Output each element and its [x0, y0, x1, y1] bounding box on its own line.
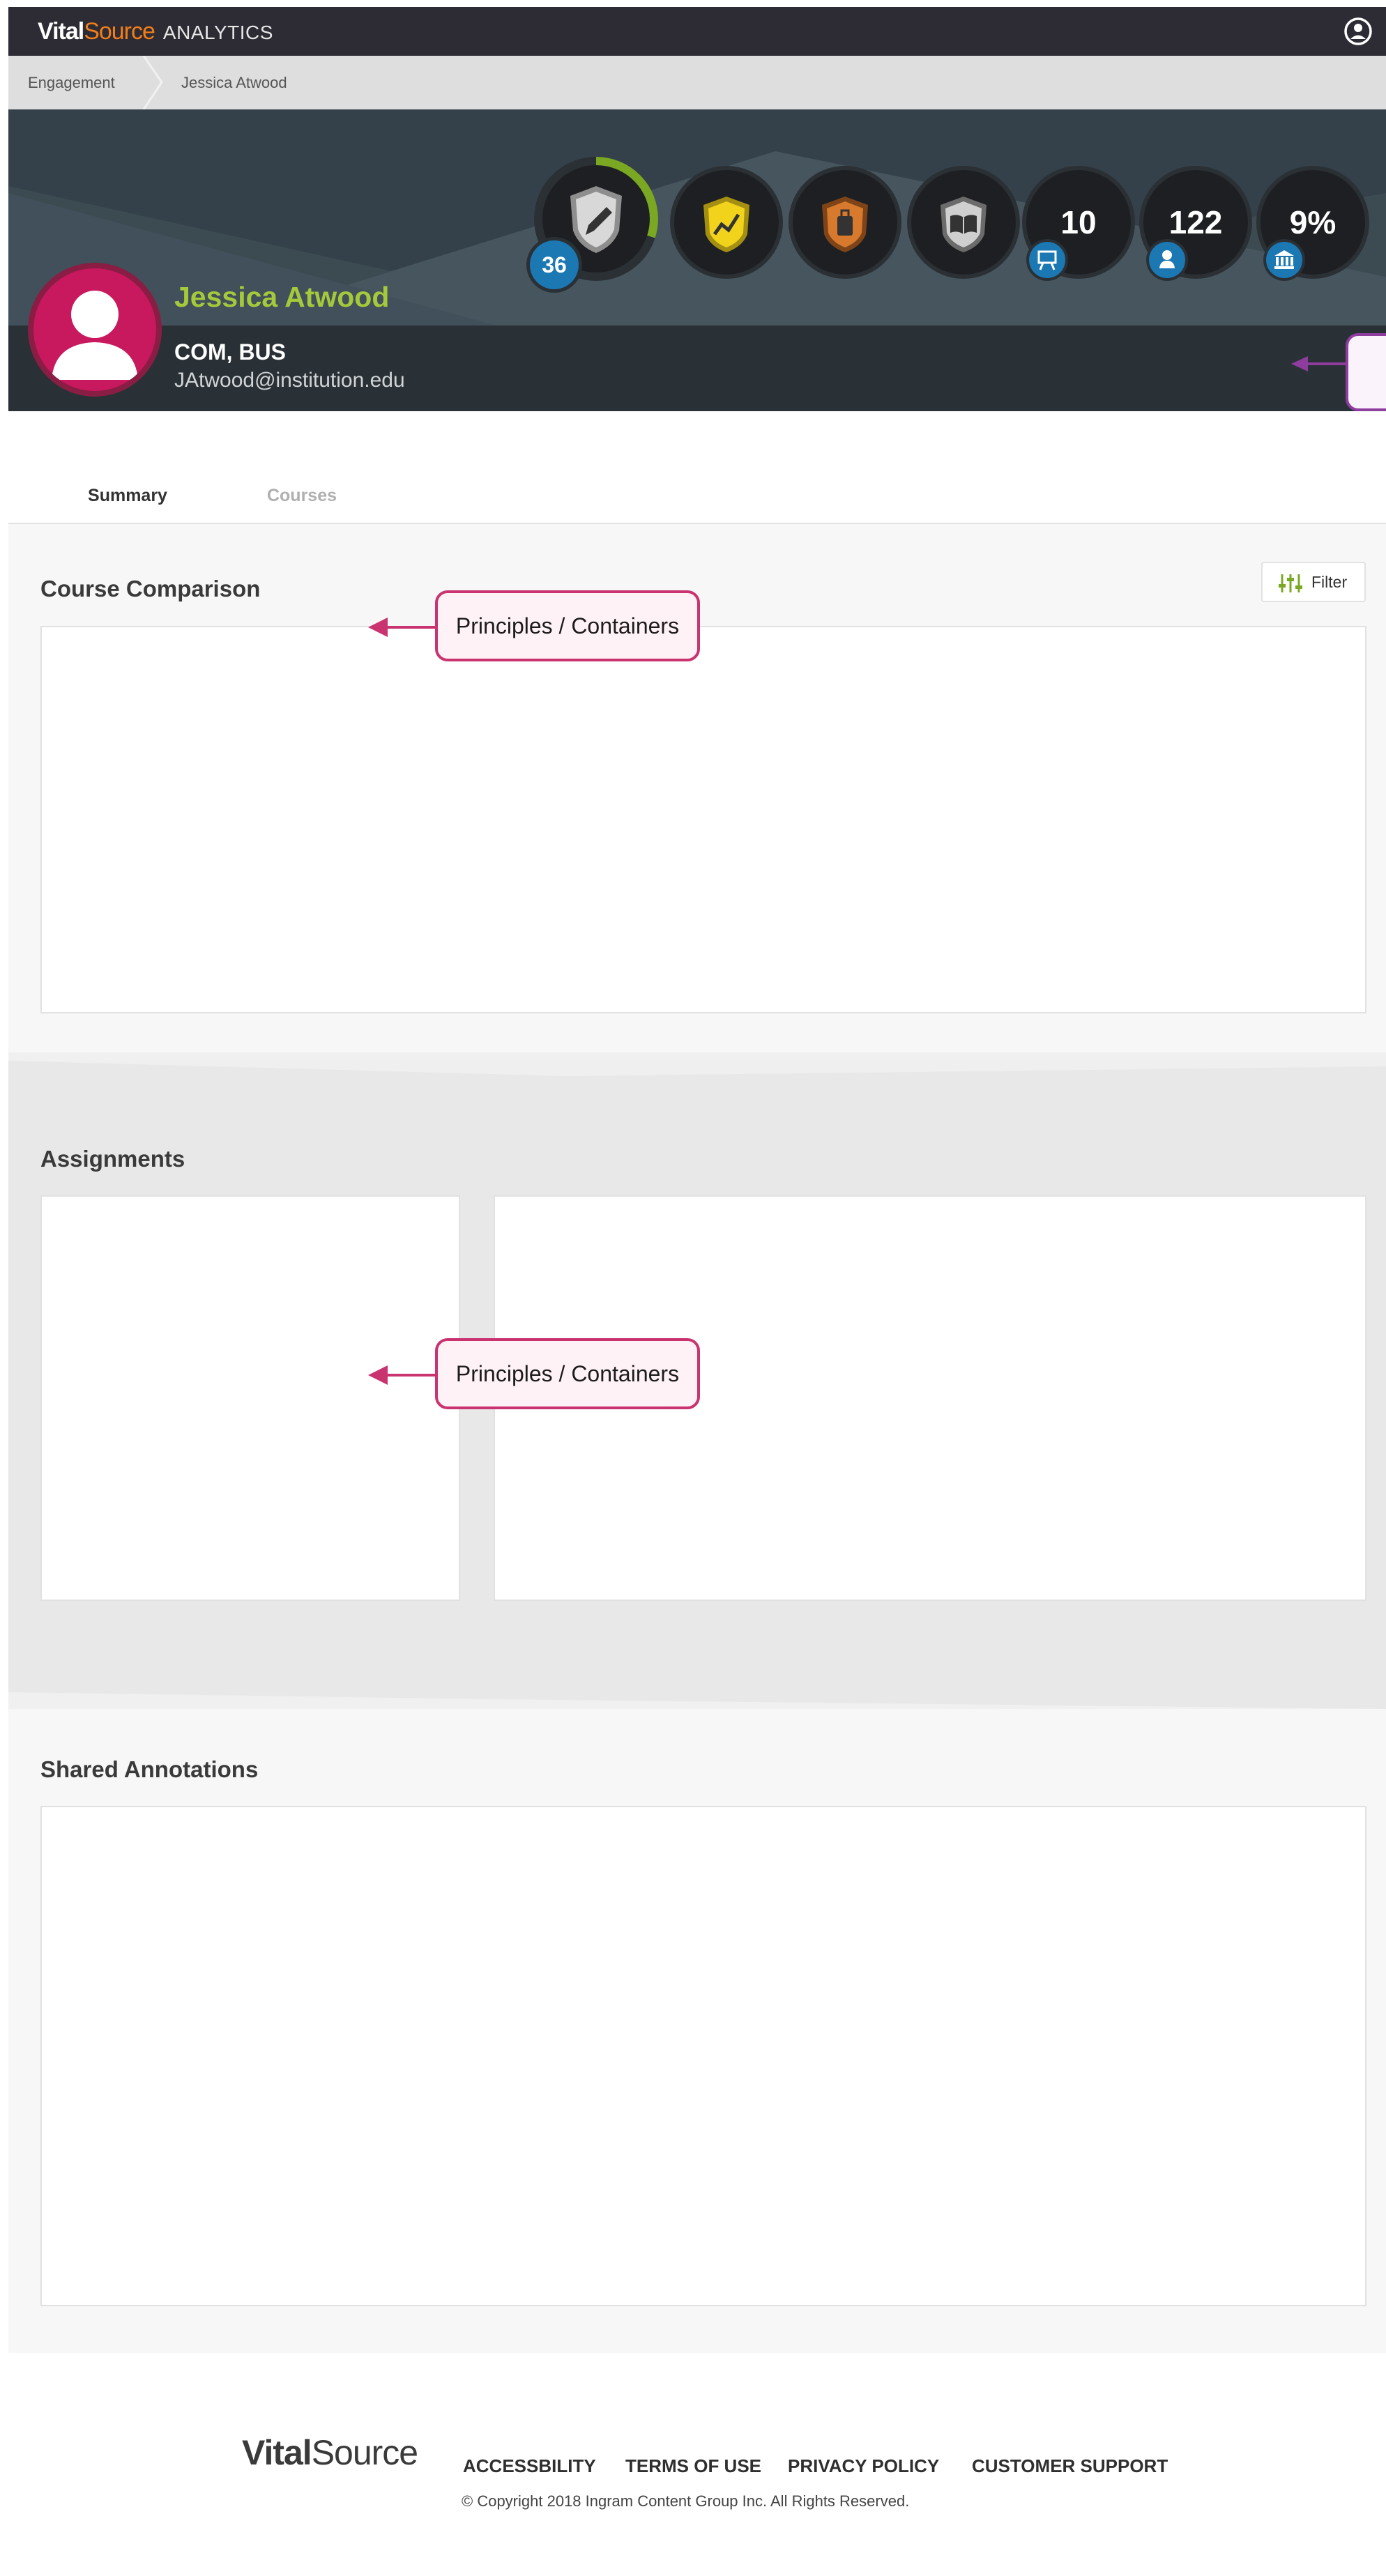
assignments-panel-left: [40, 1195, 460, 1601]
level-number: 36: [530, 240, 579, 289]
brand-analytics-label: ANALYTICS: [162, 22, 273, 43]
book-shield-icon: [940, 197, 987, 252]
badge-book[interactable]: [911, 170, 1016, 275]
user-icon: [1149, 242, 1185, 278]
avatar: [33, 268, 156, 391]
badge-chart[interactable]: [674, 170, 779, 275]
presentation-icon: [1029, 242, 1065, 278]
footer-link-privacy[interactable]: PRIVACY POLICY: [788, 2455, 939, 2477]
profile-header: Jessica Atwood COM, BUS JAtwood@institut…: [8, 109, 1386, 411]
footer-logo[interactable]: Vital Source: [242, 2432, 418, 2473]
callout-principles-containers: Principles / Containers: [435, 1338, 700, 1409]
profile-name: Jessica Atwood: [174, 281, 390, 313]
course-comparison-panel: [40, 626, 1366, 1013]
footer-brand-vital: Vital: [242, 2433, 312, 2472]
tab-courses[interactable]: Courses: [215, 474, 389, 523]
annotation-callout-partial: [1346, 333, 1386, 411]
profile-email: JAtwood@institution.edu: [174, 369, 405, 392]
callout-arrow: [368, 618, 438, 637]
badge-bag[interactable]: [793, 170, 897, 275]
section-transition: [8, 1692, 1386, 1715]
top-bar: Vital Source ANALYTICS: [8, 7, 1386, 56]
filter-button[interactable]: Filter: [1261, 562, 1366, 602]
annotation-arrow: [1291, 356, 1354, 371]
user-silhouette-icon: [52, 291, 138, 380]
filter-sliders-icon: [1279, 574, 1302, 592]
footer-brand-source: Source: [311, 2433, 418, 2472]
course-comparison-title: Course Comparison: [40, 576, 261, 601]
breadcrumb-item-current: Jessica Atwood: [181, 74, 287, 91]
tab-summary[interactable]: Summary: [40, 474, 215, 527]
callout-arrow: [368, 1365, 438, 1385]
shared-annotations-panel: [40, 1806, 1366, 2306]
breadcrumb: Engagement Jessica Atwood: [8, 56, 1386, 109]
chart-shield-icon: [703, 197, 749, 252]
footer-link-terms[interactable]: TERMS OF USE: [625, 2455, 761, 2477]
profile-departments: COM, BUS: [174, 339, 286, 365]
assignments-title: Assignments: [40, 1146, 185, 1172]
footer-link-accessibility[interactable]: ACCESSBILITY: [463, 2455, 596, 2477]
shared-annotations-title: Shared Annotations: [40, 1756, 259, 1782]
section-transition: [8, 1061, 1386, 1076]
breadcrumb-item-engagement[interactable]: Engagement: [28, 56, 115, 109]
footer: Vital Source ACCESSBILITY TERMS OF USE PR…: [8, 2353, 1386, 2576]
brand-source: Source: [84, 18, 155, 45]
callout-principles-containers: Principles / Containers: [435, 590, 700, 661]
institution-icon: [1266, 242, 1302, 278]
filter-label: Filter: [1311, 573, 1348, 591]
copyright-text: © Copyright 2018 Ingram Content Group In…: [462, 2492, 910, 2510]
footer-link-support[interactable]: CUSTOMER SUPPORT: [972, 2455, 1168, 2477]
brand-vital: Vital: [38, 18, 84, 45]
account-icon[interactable]: [1343, 16, 1373, 47]
app-logo[interactable]: Vital Source ANALYTICS: [38, 18, 273, 46]
breadcrumb-separator-icon: [142, 56, 163, 109]
bag-shield-icon: [822, 197, 868, 252]
